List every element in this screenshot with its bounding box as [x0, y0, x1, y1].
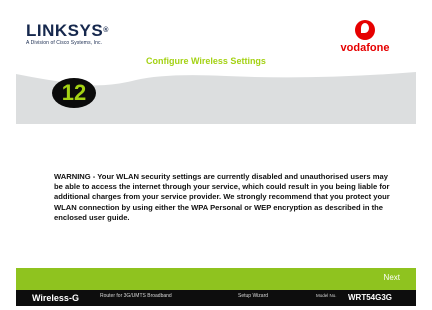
logo-subtitle: A Division of Cisco Systems, Inc. [26, 40, 103, 46]
product-name: Wireless-G [32, 293, 79, 303]
step-number: 12 [61, 80, 87, 105]
model-label: Model No. [316, 293, 337, 298]
security-warning-text: WARNING - Your WLAN security settings ar… [54, 172, 390, 222]
model-number: WRT54G3G [348, 293, 393, 302]
linksys-logo: LINKSYS® A Division of Cisco Systems, In… [26, 22, 109, 46]
step-number-badge: 12 [52, 78, 96, 108]
setup-wizard-window: LINKSYS® A Division of Cisco Systems, In… [16, 6, 416, 306]
wizard-label: Setup Wizard [238, 293, 269, 299]
next-button[interactable]: Next [384, 273, 400, 282]
vodafone-wordmark: vodafone [340, 42, 390, 54]
step-title: Configure Wireless Settings [146, 56, 266, 66]
product-description: Router for 3G/UMTS Broadband [100, 293, 172, 299]
main-content: WARNING - Your WLAN security settings ar… [16, 124, 416, 266]
header: LINKSYS® A Division of Cisco Systems, In… [16, 6, 416, 58]
action-bar: Next [16, 268, 416, 290]
vodafone-logo: vodafone [330, 20, 400, 54]
footer: Wireless-G Router for 3G/UMTS Broadband … [16, 290, 416, 306]
vodafone-speechmark-icon [355, 20, 375, 40]
logo-text: LINKSYS® [26, 21, 109, 40]
